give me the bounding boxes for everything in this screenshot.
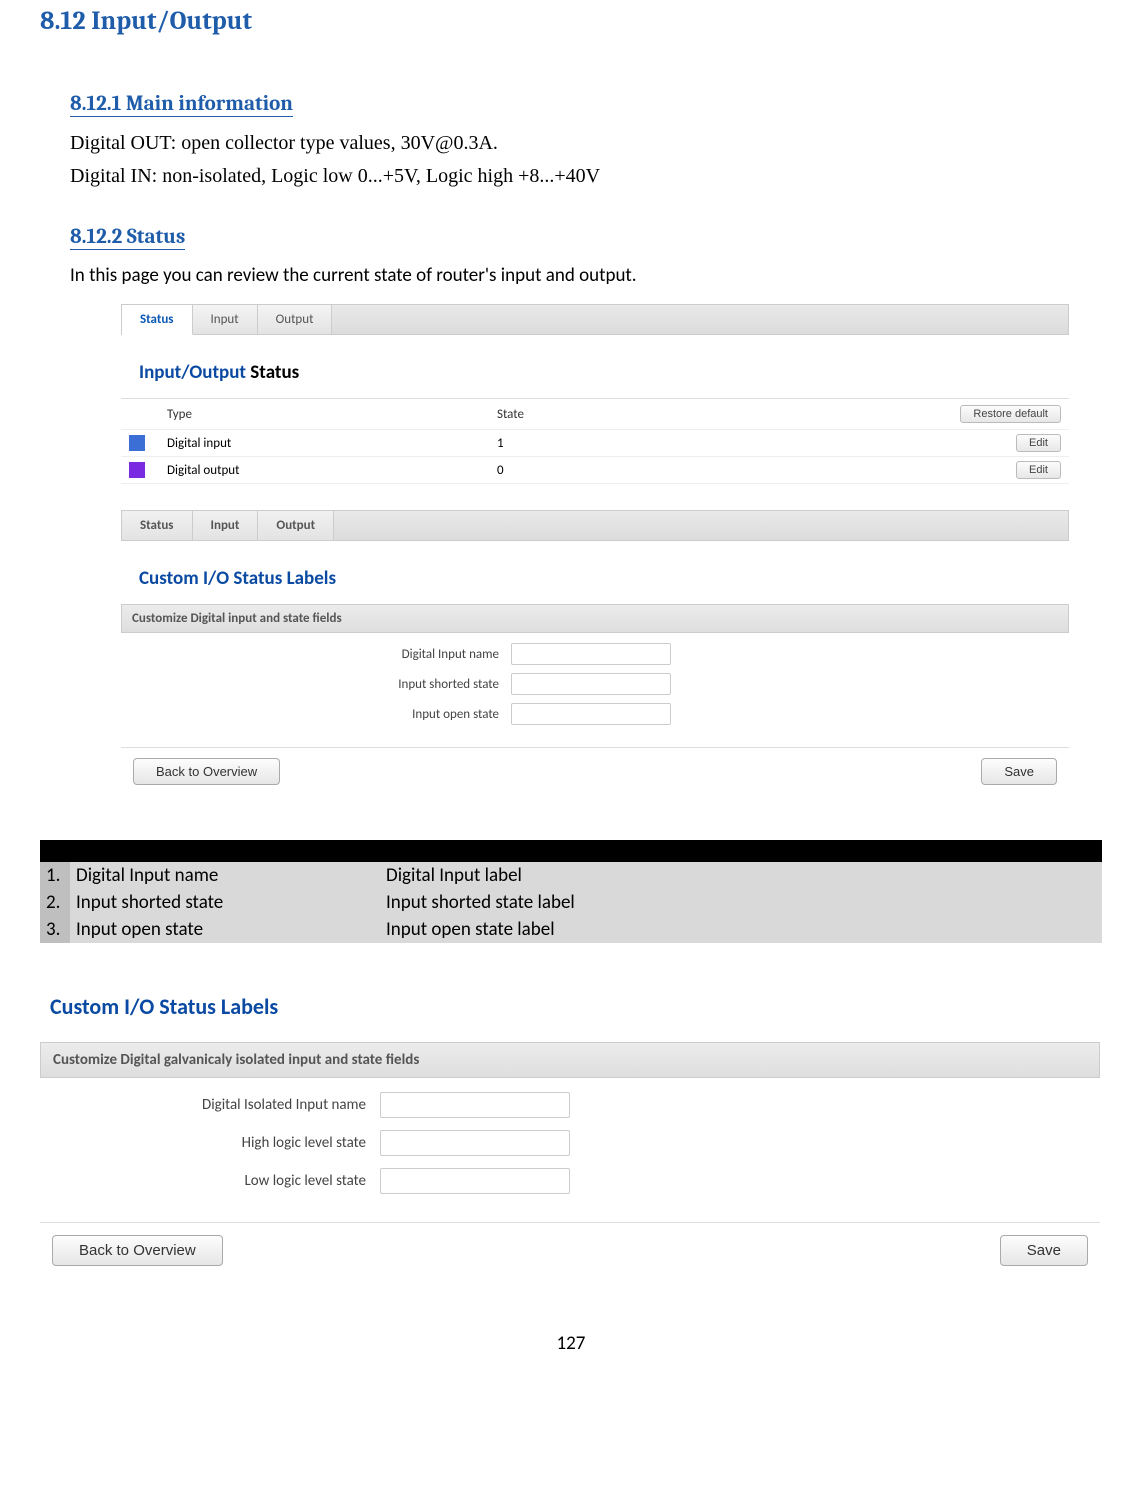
input-digital-input-name[interactable] bbox=[511, 643, 671, 665]
screenshot-status-panel: Status Input Output Input/Output Status … bbox=[120, 303, 1070, 796]
field-row: Input shorted state bbox=[121, 669, 1069, 699]
desc-num: 3. bbox=[40, 916, 70, 943]
col-type-header: Type bbox=[167, 407, 497, 422]
tab-input[interactable]: Input bbox=[193, 305, 258, 334]
label-low-logic-level-state: Low logic level state bbox=[40, 1172, 380, 1190]
save-button[interactable]: Save bbox=[1000, 1235, 1088, 1266]
io-status-table: Type State Restore default Digital input… bbox=[121, 398, 1069, 484]
input-low-logic-level-state[interactable] bbox=[380, 1168, 570, 1194]
subsection-heading-8122: 8.12.2 Status bbox=[70, 225, 185, 250]
back-to-overview-button[interactable]: Back to Overview bbox=[133, 758, 280, 785]
section-bar-custom-digital-input: Customize Digital input and state fields bbox=[121, 604, 1069, 633]
label-digital-isolated-input-name: Digital Isolated Input name bbox=[40, 1096, 380, 1114]
label-digital-input-name: Digital Input name bbox=[121, 647, 511, 662]
field-row: Input open state bbox=[121, 699, 1069, 729]
label-input-open-state: Input open state bbox=[121, 707, 511, 722]
label-input-shorted-state: Input shorted state bbox=[121, 677, 511, 692]
subsection-heading-8121: 8.12.1 Main information bbox=[70, 92, 293, 117]
tab-status-2[interactable]: Status bbox=[122, 511, 193, 540]
desc-num: 2. bbox=[40, 889, 70, 916]
description-table: 1. Digital Input name Digital Input labe… bbox=[40, 840, 1102, 943]
status-intro: In this page you can review the current … bbox=[70, 264, 1102, 287]
desc-b: Digital Input label bbox=[380, 862, 1102, 889]
color-swatch-icon bbox=[129, 435, 145, 451]
tabs-2: Status Input Output bbox=[121, 510, 1069, 541]
restore-default-button[interactable]: Restore default bbox=[960, 405, 1061, 423]
save-button[interactable]: Save bbox=[981, 758, 1057, 785]
body-line-1: Digital OUT: open collector type values,… bbox=[70, 129, 1102, 158]
field-row: High logic level state bbox=[40, 1124, 1100, 1162]
desc-b: Input open state label bbox=[380, 916, 1102, 943]
panel-title-io-status: Input/Output Status bbox=[139, 361, 1069, 384]
desc-a: Digital Input name bbox=[70, 862, 380, 889]
section-heading-812: 8.12 Input/Output bbox=[40, 6, 1102, 36]
actions-row-2: Back to Overview Save bbox=[40, 1222, 1100, 1278]
tabs-filler bbox=[332, 305, 1068, 334]
page-number: 127 bbox=[40, 1332, 1102, 1355]
label-high-logic-level-state: High logic level state bbox=[40, 1134, 380, 1152]
body-line-2: Digital IN: non-isolated, Logic low 0...… bbox=[70, 162, 1102, 191]
panel-title-black: Status bbox=[246, 361, 299, 384]
io-status-row: Digital output 0 Edit bbox=[121, 457, 1069, 484]
desc-a: Input open state bbox=[70, 916, 380, 943]
tab-output[interactable]: Output bbox=[258, 305, 333, 334]
input-shorted-state[interactable] bbox=[511, 673, 671, 695]
color-swatch-icon bbox=[129, 462, 145, 478]
tabs-1: Status Input Output bbox=[121, 304, 1069, 335]
io-status-header: Type State Restore default bbox=[121, 399, 1069, 430]
desc-row: 1. Digital Input name Digital Input labe… bbox=[40, 862, 1102, 889]
panel-title-custom-labels: Custom I/O Status Labels bbox=[139, 567, 1069, 590]
desc-a: Input shorted state bbox=[70, 889, 380, 916]
io-status-row: Digital input 1 Edit bbox=[121, 430, 1069, 457]
section-bar-custom-isolated: Customize Digital galvanicaly isolated i… bbox=[40, 1042, 1100, 1078]
row-state: 0 bbox=[497, 463, 1016, 478]
desc-num: 1. bbox=[40, 862, 70, 889]
tab-input-2[interactable]: Input bbox=[193, 511, 259, 540]
tab-status[interactable]: Status bbox=[122, 305, 193, 335]
edit-button[interactable]: Edit bbox=[1016, 434, 1061, 452]
panel-title-blue: Input/Output bbox=[139, 361, 246, 384]
field-row: Low logic level state bbox=[40, 1162, 1100, 1200]
actions-row-1: Back to Overview Save bbox=[121, 747, 1069, 795]
panel-title-custom-labels-2: Custom I/O Status Labels bbox=[50, 993, 1100, 1020]
desc-row: 2. Input shorted state Input shorted sta… bbox=[40, 889, 1102, 916]
back-to-overview-button[interactable]: Back to Overview bbox=[52, 1235, 223, 1266]
field-row: Digital Input name bbox=[121, 639, 1069, 669]
custom-isolated-fields: Digital Isolated Input name High logic l… bbox=[40, 1086, 1100, 1200]
edit-button[interactable]: Edit bbox=[1016, 461, 1061, 479]
custom-input-fields: Digital Input name Input shorted state I… bbox=[121, 639, 1069, 729]
desc-b: Input shorted state label bbox=[380, 889, 1102, 916]
input-digital-isolated-input-name[interactable] bbox=[380, 1092, 570, 1118]
row-type: Digital input bbox=[167, 436, 497, 451]
tab-output-2[interactable]: Output bbox=[258, 511, 334, 540]
field-row: Digital Isolated Input name bbox=[40, 1086, 1100, 1124]
row-type: Digital output bbox=[167, 463, 497, 478]
input-high-logic-level-state[interactable] bbox=[380, 1130, 570, 1156]
input-open-state[interactable] bbox=[511, 703, 671, 725]
col-state-header: State bbox=[497, 407, 960, 422]
desc-table-header bbox=[40, 840, 1102, 862]
screenshot-custom-isolated-panel: Custom I/O Status Labels Customize Digit… bbox=[40, 993, 1100, 1278]
desc-row: 3. Input open state Input open state lab… bbox=[40, 916, 1102, 943]
row-state: 1 bbox=[497, 436, 1016, 451]
